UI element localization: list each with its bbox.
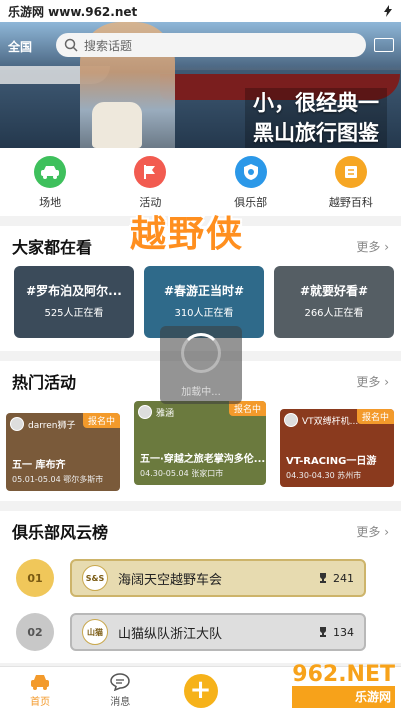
- avatar: [138, 405, 152, 419]
- gold-medal-icon: 01: [16, 559, 54, 597]
- book-icon: [334, 156, 367, 188]
- event-meta: 05.01-05.04 鄂尔多斯市: [12, 475, 104, 484]
- avatar: [10, 417, 24, 431]
- tab-label: 消息: [110, 697, 131, 708]
- event-card[interactable]: darren狮子 报名中 五一 库布齐 05.01-05.04 鄂尔多斯市: [6, 413, 120, 491]
- event-title: 五一 库布齐: [12, 460, 66, 471]
- flag-icon: [134, 156, 167, 188]
- hero-caption-line1: 小，很经典一: [253, 91, 379, 115]
- topic-card[interactable]: #就要好看# 266人正在看: [274, 266, 394, 338]
- status-site-text: 乐游网 www.962.net: [8, 4, 138, 19]
- event-card[interactable]: 雅涵 报名中 五一·穿越之旅老掌沟多伦... 04.30-05.04 张家口市: [134, 401, 266, 485]
- search-placeholder: 搜索话题: [84, 38, 133, 53]
- more-link[interactable]: 更多 ›: [356, 373, 389, 390]
- hero-caption-line2: 黑山旅行图鉴: [253, 121, 379, 145]
- brand-overlay-text: 越野侠: [130, 214, 245, 255]
- chat-icon: [110, 673, 131, 691]
- city-selector[interactable]: 全国: [8, 38, 32, 55]
- topic-viewers: 266人正在看: [304, 308, 364, 319]
- watermark-main: 962.NET: [292, 662, 395, 687]
- section-header: 俱乐部风云榜 更多 ›: [0, 511, 401, 551]
- event-card[interactable]: VT双缚杆机... 报名中 VT-RACING一日游 04.30-04.30 苏…: [280, 409, 394, 487]
- event-meta: 04.30-04.30 苏州市: [286, 471, 362, 480]
- trophy-icon: [320, 627, 326, 637]
- status-icons: [383, 5, 393, 17]
- section-title: 大家都在看: [12, 238, 93, 257]
- club-logo: S&S: [82, 565, 108, 591]
- club-logo: 山猫: [82, 619, 108, 645]
- section-clubs: 俱乐部风云榜 更多 › 01 S&S 海阔天空越野车会 241 02 山猫 山猫…: [0, 511, 401, 663]
- loading-text: 加载中...: [181, 386, 221, 398]
- watermark-sub: 乐游网: [292, 686, 395, 708]
- event-organizer: 雅涵: [138, 405, 174, 419]
- status-bar: 乐游网 www.962.net: [0, 0, 401, 22]
- topic-tag: #罗布泊及阿尔...: [26, 284, 122, 298]
- avatar: [284, 413, 298, 427]
- quick-nav-wiki[interactable]: 越野百科: [301, 148, 401, 216]
- club-score: 241: [317, 572, 354, 585]
- club-plate: S&S 海阔天空越野车会 241: [70, 559, 366, 597]
- club-rank: 02: [27, 625, 43, 639]
- club-score-value: 241: [333, 571, 354, 585]
- event-organizer-name: darren狮子: [28, 420, 76, 431]
- quick-nav-label: 越野百科: [328, 196, 373, 209]
- event-organizer: VT双缚杆机...: [284, 413, 358, 427]
- event-meta: 04.30-05.04 张家口市: [140, 469, 224, 478]
- topic-viewers: 525人正在看: [44, 308, 104, 319]
- event-organizer-name: VT双缚杆机...: [302, 416, 359, 427]
- event-organizer: darren狮子: [10, 417, 76, 431]
- charging-icon: [384, 5, 392, 17]
- hero-backpack-image: [92, 102, 142, 148]
- car-icon: [31, 675, 50, 690]
- site-watermark: 962.NET 乐游网: [292, 664, 395, 708]
- club-rank: 01: [27, 571, 43, 585]
- section-title: 热门活动: [12, 373, 77, 392]
- car-icon: [34, 156, 67, 188]
- section-title: 俱乐部风云榜: [12, 523, 109, 542]
- search-icon: [64, 38, 78, 52]
- silver-medal-icon: 02: [16, 613, 54, 651]
- more-link[interactable]: 更多 ›: [356, 523, 389, 540]
- tab-publish[interactable]: +: [160, 667, 240, 714]
- event-organizer-name: 雅涵: [156, 408, 175, 419]
- tab-home[interactable]: 首页: [0, 667, 80, 714]
- topic-card[interactable]: #罗布泊及阿尔... 525人正在看: [14, 266, 134, 338]
- more-link[interactable]: 更多 ›: [356, 238, 389, 255]
- club-name: 山猫纵队浙江大队: [118, 626, 223, 642]
- message-icon[interactable]: [374, 38, 394, 52]
- tab-label: 首页: [30, 697, 51, 708]
- topic-viewers: 310人正在看: [174, 308, 234, 319]
- events-list: darren狮子 报名中 五一 库布齐 05.01-05.04 鄂尔多斯市 雅涵…: [0, 401, 401, 491]
- event-title: 五一·穿越之旅老掌沟多伦...: [140, 454, 266, 465]
- search-bar[interactable]: 搜索话题: [56, 33, 366, 57]
- trophy-icon: [320, 573, 326, 583]
- spinner-icon: [181, 332, 221, 373]
- quick-nav-venue[interactable]: 场地: [0, 148, 100, 216]
- quick-nav-label: 场地: [39, 196, 62, 209]
- loading-overlay: 加载中...: [160, 326, 242, 404]
- status-badge: 报名中: [82, 413, 120, 428]
- club-row[interactable]: 01 S&S 海阔天空越野车会 241: [0, 551, 401, 605]
- club-plate: 山猫 山猫纵队浙江大队 134: [70, 613, 366, 651]
- status-badge: 报名中: [356, 409, 394, 424]
- club-row[interactable]: 02 山猫 山猫纵队浙江大队 134: [0, 605, 401, 659]
- club-score-value: 134: [333, 625, 354, 639]
- hero-caption: 小，很经典一 黑山旅行图鉴: [245, 88, 387, 148]
- club-score: 134: [317, 626, 354, 639]
- event-title: VT-RACING一日游: [286, 456, 377, 467]
- tab-messages[interactable]: 消息: [80, 667, 160, 714]
- shield-icon: [234, 156, 267, 188]
- plus-icon: +: [183, 673, 218, 708]
- club-name: 海阔天空越野车会: [118, 572, 223, 588]
- topic-tag: #就要好看#: [299, 284, 369, 298]
- topic-tag: #春游正当时#: [163, 284, 245, 298]
